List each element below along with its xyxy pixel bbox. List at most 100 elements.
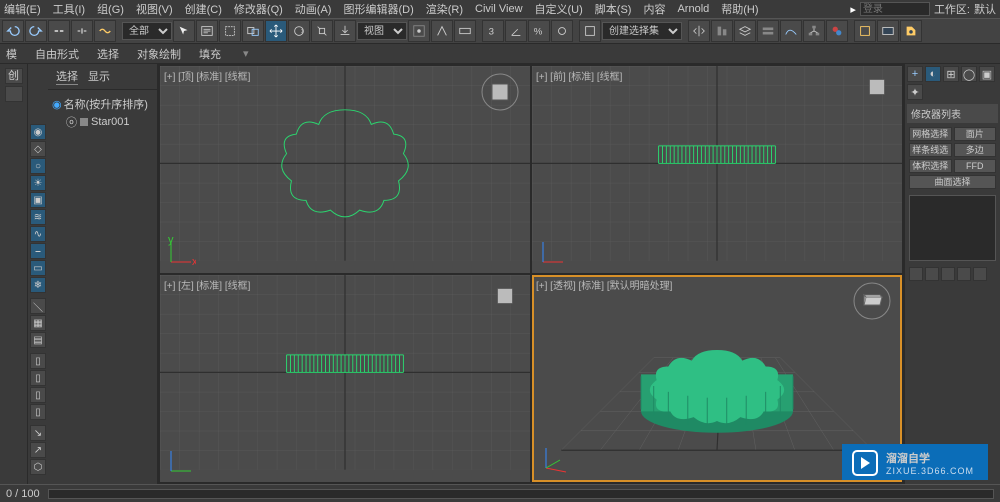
menu-view[interactable]: 视图(V) [136, 1, 173, 17]
ribbon-tab-freeform[interactable]: 自由形式 [35, 46, 79, 62]
filter-helpers-icon[interactable]: ≋ [30, 209, 46, 225]
modifier-list-label[interactable]: 修改器列表 [907, 104, 998, 123]
scale-button[interactable] [311, 20, 333, 42]
filter-globe-icon[interactable]: ◉ [30, 124, 46, 140]
ribbon-tab-populate[interactable]: 填充 [199, 46, 221, 62]
tool-collapse-icon[interactable]: ▤ [30, 332, 46, 348]
align-button[interactable] [711, 20, 733, 42]
viewport-left[interactable]: [+] [左] [标准] [线框] [160, 275, 530, 482]
tool-display-icon[interactable]: ▯ [30, 370, 46, 386]
viewcube-icon[interactable] [852, 281, 892, 321]
select-by-name-button[interactable] [196, 20, 218, 42]
curve-editor-button[interactable] [780, 20, 802, 42]
tab-display-icon[interactable]: ▣ [979, 66, 995, 82]
percent-snap-button[interactable]: % [528, 20, 550, 42]
dock-btn-2[interactable] [5, 86, 23, 102]
tab-motion-icon[interactable]: ◯ [961, 66, 977, 82]
viewport-front[interactable]: [+] [前] [标准] [线框] [532, 66, 902, 273]
ribbon-tab-modeling[interactable]: 模 [6, 46, 17, 62]
menu-animation[interactable]: 动画(A) [295, 1, 332, 17]
schematic-view-button[interactable] [803, 20, 825, 42]
stack-pin-icon[interactable] [909, 267, 923, 281]
viewport-front-label[interactable]: [+] [前] [标准] [线框] [536, 68, 622, 83]
scene-tab-display[interactable]: 显示 [88, 68, 110, 85]
mirror-button[interactable] [688, 20, 710, 42]
viewport-top[interactable]: [+] [顶] [标准] [线框] xy [160, 66, 530, 273]
viewcube-icon[interactable] [480, 72, 520, 112]
ref-coord-select[interactable]: 视图 [357, 22, 407, 40]
menu-customize[interactable]: 自定义(U) [535, 1, 583, 17]
tool-search-icon[interactable]: ＼ [30, 298, 46, 314]
eye-icon[interactable]: ⓞ [66, 114, 77, 130]
menu-modifiers[interactable]: 修改器(Q) [234, 1, 283, 17]
menu-help[interactable]: 帮助(H) [721, 1, 758, 17]
tool-misc3-icon[interactable]: ⬡ [30, 459, 46, 475]
viewport-left-label[interactable]: [+] [左] [标准] [线框] [164, 277, 250, 292]
mod-btn-vol-select[interactable]: 体积选择 [909, 159, 952, 173]
signin-icon[interactable]: ▸ [850, 3, 856, 16]
unlink-button[interactable] [71, 20, 93, 42]
select-manipulate-button[interactable] [431, 20, 453, 42]
scene-node[interactable]: ⓞ Star001 [66, 114, 153, 130]
menu-edit[interactable]: 编辑(E) [4, 1, 41, 17]
tool-lock-icon[interactable]: ▯ [30, 387, 46, 403]
mod-btn-spline-select[interactable]: 样条线选择 [909, 143, 952, 157]
spinner-snap-button[interactable] [551, 20, 573, 42]
rotate-button[interactable] [288, 20, 310, 42]
mod-btn-surf-select[interactable]: 曲面选择 [909, 175, 996, 189]
undo-button[interactable] [2, 20, 24, 42]
render-button[interactable] [900, 20, 922, 42]
time-slider[interactable] [48, 489, 994, 499]
use-pivot-button[interactable] [408, 20, 430, 42]
edit-selset-button[interactable] [579, 20, 601, 42]
selection-filter-select[interactable]: 全部 [122, 22, 172, 40]
tab-modify-icon[interactable]: ◐ [925, 66, 941, 82]
mod-btn-ffd[interactable]: FFD [954, 159, 997, 173]
render-setup-button[interactable] [854, 20, 876, 42]
filter-frozen-icon[interactable]: ❄ [30, 277, 46, 293]
stack-show-icon[interactable] [925, 267, 939, 281]
ribbon-tab-selection[interactable]: 选择 [97, 46, 119, 62]
mod-btn-poly[interactable]: 多边 [954, 143, 997, 157]
render-frame-button[interactable] [877, 20, 899, 42]
named-selset-select[interactable]: 创建选择集 [602, 22, 682, 40]
toggle-ribbon-button[interactable] [757, 20, 779, 42]
material-editor-button[interactable] [826, 20, 848, 42]
stack-unique-icon[interactable] [941, 267, 955, 281]
viewcube-icon[interactable] [862, 72, 892, 102]
viewcube-icon[interactable] [490, 281, 520, 311]
layer-explorer-button[interactable] [734, 20, 756, 42]
menu-render[interactable]: 渲染(R) [426, 1, 463, 17]
dock-create-button[interactable]: 创 [5, 68, 23, 84]
filter-container-icon[interactable]: ▭ [30, 260, 46, 276]
snap-toggle-button[interactable]: 3 [482, 20, 504, 42]
tab-create-icon[interactable]: + [907, 66, 923, 82]
angle-snap-button[interactable] [505, 20, 527, 42]
mod-btn-mesh-select[interactable]: 网格选择 [909, 127, 952, 141]
menu-grapheditors[interactable]: 图形编辑器(D) [343, 1, 413, 17]
workspace-value[interactable]: 默认 [974, 1, 996, 17]
viewport-persp-label[interactable]: [+] [透视] [标准] [默认明暗处理] [536, 277, 672, 292]
keyboard-shortcut-button[interactable] [454, 20, 476, 42]
move-button[interactable] [265, 20, 287, 42]
filter-cameras-icon[interactable]: ▣ [30, 192, 46, 208]
menu-civilview[interactable]: Civil View [475, 3, 522, 15]
menu-tools[interactable]: 工具(I) [53, 1, 85, 17]
filter-lights-icon[interactable]: ☀ [30, 175, 46, 191]
bind-spacewarp-button[interactable] [94, 20, 116, 42]
ribbon-tab-objectpaint[interactable]: 对象绘制 [137, 46, 181, 62]
scene-sort-header[interactable]: ◉ 名称(按升序排序) [52, 96, 153, 112]
filter-bone-icon[interactable]: ⎯ [30, 243, 46, 259]
tool-misc1-icon[interactable]: ↘ [30, 425, 46, 441]
scene-tab-select[interactable]: 选择 [56, 68, 78, 85]
menu-create[interactable]: 创建(C) [185, 1, 222, 17]
menu-arnold[interactable]: Arnold [677, 3, 709, 15]
stack-config-icon[interactable] [973, 267, 987, 281]
signin-input[interactable] [860, 2, 930, 16]
stack-remove-icon[interactable] [957, 267, 971, 281]
menu-group[interactable]: 组(G) [97, 1, 124, 17]
tool-misc2-icon[interactable]: ↗ [30, 442, 46, 458]
redo-button[interactable] [25, 20, 47, 42]
modifier-stack[interactable] [909, 195, 996, 261]
tool-sync-icon[interactable]: ▯ [30, 353, 46, 369]
